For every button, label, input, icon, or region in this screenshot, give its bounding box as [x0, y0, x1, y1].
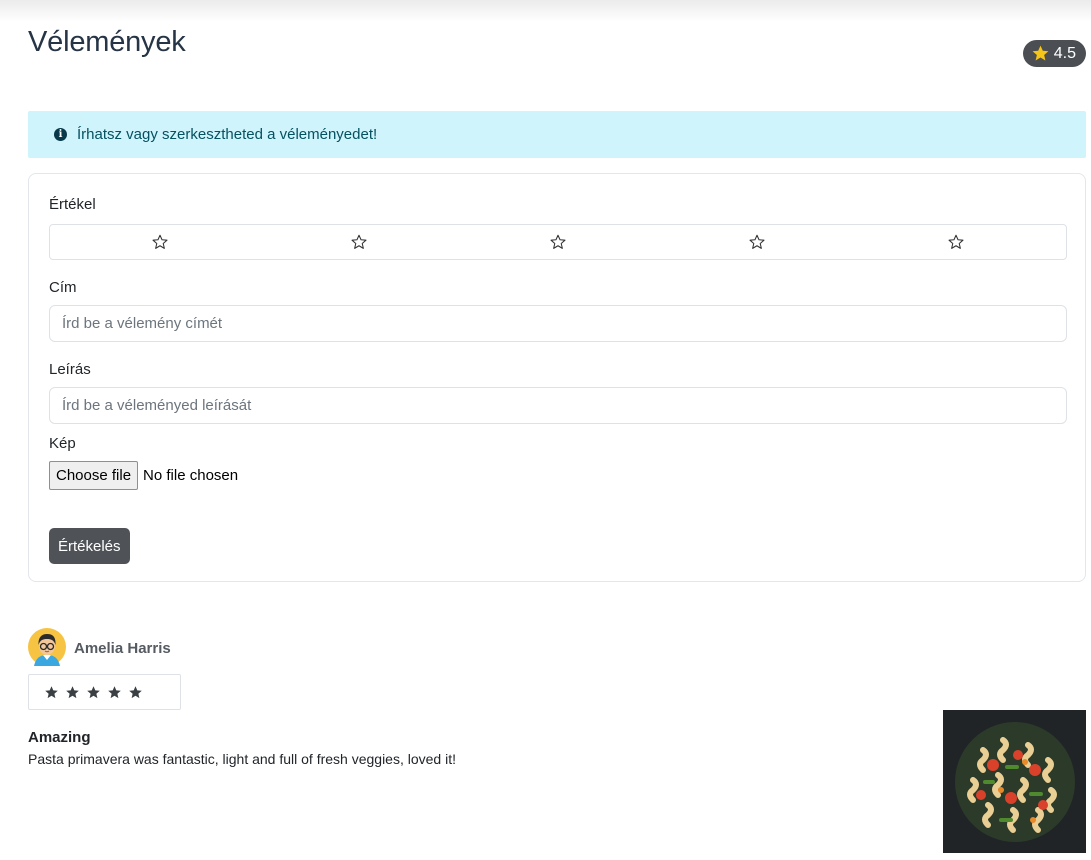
page-header: Vélemények 4.5	[28, 26, 1086, 67]
review-form-card: Értékel Cím Leírás Kép Choose file No fi…	[28, 173, 1086, 582]
title-label: Cím	[49, 279, 77, 296]
rating-label: Értékel	[49, 196, 96, 213]
rating-star-selector	[49, 224, 1067, 260]
top-shadow	[0, 0, 1091, 22]
review-photo-pasta[interactable]	[943, 710, 1086, 853]
star-outline-icon[interactable]	[350, 233, 368, 251]
star-filled-icon	[129, 685, 142, 698]
review-item: Amelia Harris Amazing Pasta primavera wa…	[28, 625, 1086, 855]
average-rating-badge: 4.5	[1022, 40, 1086, 67]
star-icon	[1032, 45, 1049, 61]
star-filled-icon	[87, 685, 100, 698]
avatar	[28, 628, 66, 666]
alert-text: Írhatsz vagy szerkesztheted a véleményed…	[77, 126, 378, 143]
submit-review-button[interactable]: Értékelés	[49, 528, 130, 564]
review-text: Pasta primavera was fantastic, light and…	[28, 751, 456, 767]
average-rating-value: 4.5	[1053, 44, 1076, 62]
file-status: No file chosen	[143, 467, 239, 484]
choose-file-button[interactable]: Choose file	[49, 461, 139, 490]
star-filled-icon	[108, 685, 121, 698]
review-rating	[28, 674, 181, 710]
star-filled-icon	[66, 685, 79, 698]
star-outline-icon[interactable]	[947, 233, 965, 251]
description-label: Leírás	[49, 361, 91, 378]
page-title: Vélemények	[28, 26, 186, 58]
star-outline-icon[interactable]	[748, 233, 766, 251]
review-title: Amazing	[28, 729, 91, 746]
star-outline-icon[interactable]	[549, 233, 567, 251]
info-alert: i Írhatsz vagy szerkesztheted a vélemény…	[28, 111, 1086, 158]
image-label: Kép	[49, 435, 76, 452]
title-input[interactable]	[49, 305, 1067, 342]
reviewer-name: Amelia Harris	[74, 640, 171, 657]
description-input[interactable]	[49, 387, 1067, 424]
star-outline-icon[interactable]	[151, 233, 169, 251]
info-icon: i	[54, 128, 67, 141]
image-file-input: Choose file No file chosen	[49, 461, 238, 490]
star-filled-icon	[45, 685, 58, 698]
